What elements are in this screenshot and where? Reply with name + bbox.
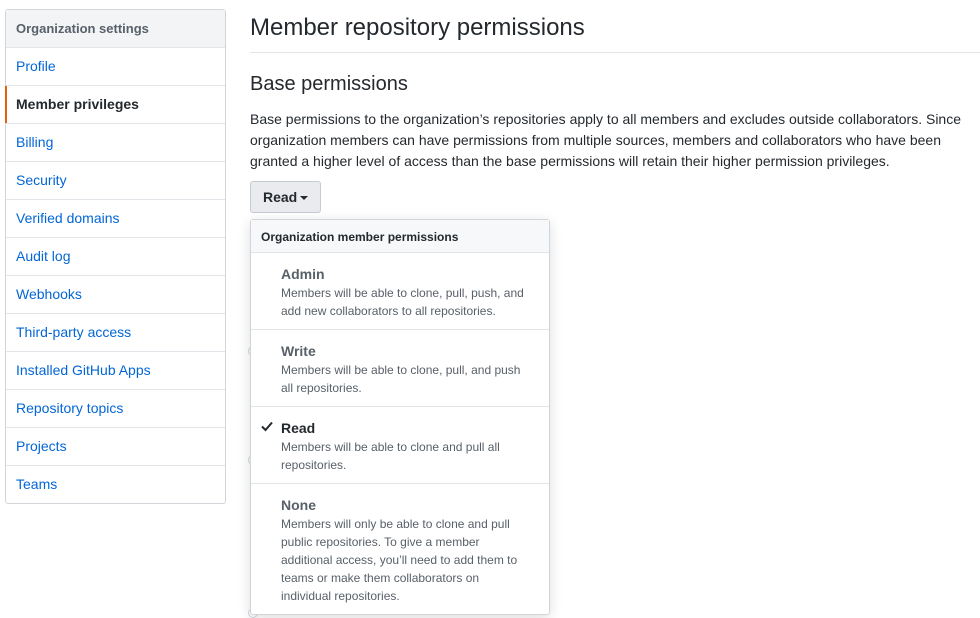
base-permission-dropdown-button[interactable]: Read bbox=[250, 181, 321, 213]
menu-item-description: Members will be able to clone, pull, pus… bbox=[281, 286, 524, 318]
menu-item-title: Admin bbox=[281, 266, 325, 282]
caret-down-icon bbox=[300, 196, 308, 200]
menu-item-write[interactable]: Write Members will be able to clone, pul… bbox=[251, 330, 549, 407]
sidebar-item-webhooks[interactable]: Webhooks bbox=[6, 276, 225, 314]
sidebar-item-repository-topics[interactable]: Repository topics bbox=[6, 390, 225, 428]
page-title: Member repository permissions bbox=[250, 0, 980, 53]
main-content: Member repository permissions Base permi… bbox=[250, 0, 980, 213]
sidebar-item-audit-log[interactable]: Audit log bbox=[6, 238, 225, 276]
menu-item-none[interactable]: None Members will only be able to clone … bbox=[251, 484, 549, 614]
sidebar-item-verified-domains[interactable]: Verified domains bbox=[6, 200, 225, 238]
menu-header: Organization member permissions bbox=[251, 220, 549, 253]
sidebar-item-billing[interactable]: Billing bbox=[6, 124, 225, 162]
sidebar-header: Organization settings bbox=[6, 10, 225, 48]
sidebar-item-profile[interactable]: Profile bbox=[6, 48, 225, 86]
menu-item-title: None bbox=[281, 497, 316, 513]
sidebar-item-installed-github-apps[interactable]: Installed GitHub Apps bbox=[6, 352, 225, 390]
sidebar-item-security[interactable]: Security bbox=[6, 162, 225, 200]
menu-item-read[interactable]: Read Members will be able to clone and p… bbox=[251, 407, 549, 484]
base-permissions-description: Base permissions to the organization’s r… bbox=[250, 111, 962, 169]
section-title: Base permissions bbox=[250, 73, 408, 95]
permissions-dropdown-menu: Organization member permissions Admin Me… bbox=[250, 219, 550, 615]
menu-item-description: Members will only be able to clone and p… bbox=[281, 517, 518, 603]
check-icon bbox=[261, 421, 273, 432]
menu-item-description: Members will be able to clone and pull a… bbox=[281, 440, 500, 472]
menu-item-description: Members will be able to clone, pull, and… bbox=[281, 363, 521, 395]
menu-item-title: Write bbox=[281, 343, 316, 359]
settings-sidebar: Organization settings Profile Member pri… bbox=[5, 9, 226, 504]
sidebar-item-member-privileges[interactable]: Member privileges bbox=[5, 86, 225, 124]
sidebar-item-third-party-access[interactable]: Third-party access bbox=[6, 314, 225, 352]
menu-item-title: Read bbox=[281, 420, 316, 436]
menu-item-admin[interactable]: Admin Members will be able to clone, pul… bbox=[251, 253, 549, 330]
dropdown-value: Read bbox=[263, 189, 298, 205]
sidebar-item-projects[interactable]: Projects bbox=[6, 428, 225, 466]
sidebar-item-teams[interactable]: Teams bbox=[6, 466, 225, 503]
